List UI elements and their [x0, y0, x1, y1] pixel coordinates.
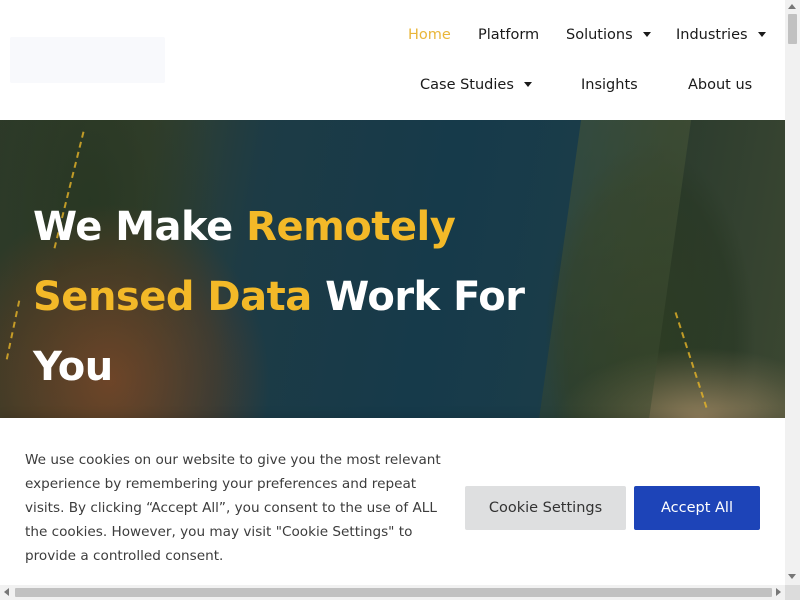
hero-road-line [674, 312, 708, 408]
nav-item-about-us[interactable]: About us [688, 75, 752, 95]
cookie-message: We use cookies on our website to give yo… [25, 452, 441, 564]
scroll-right-arrow-icon[interactable] [776, 588, 781, 596]
caret-down-icon [757, 31, 766, 37]
nav-item-label: Platform [478, 27, 540, 43]
nav-item-insights[interactable]: Insights [581, 75, 638, 95]
caret-down-icon [642, 31, 651, 37]
nav-item-label: Industries [676, 27, 748, 43]
nav-item-label: About us [688, 77, 753, 93]
nav-item-platform[interactable]: Platform [478, 25, 539, 45]
vertical-scrollbar[interactable] [785, 0, 800, 585]
vertical-scroll-thumb[interactable] [788, 14, 797, 44]
hero-road-line [5, 300, 21, 360]
nav-item-home[interactable]: Home [408, 25, 451, 45]
site-logo[interactable] [10, 37, 165, 83]
hero-title: We Make Remotely Sensed Data Work For Yo… [33, 192, 553, 402]
nav-item-solutions[interactable]: Solutions [566, 25, 651, 45]
scroll-left-arrow-icon[interactable] [4, 588, 9, 596]
nav-item-label: Home [408, 27, 451, 43]
hero-title-part1: We Make [33, 204, 247, 250]
cookie-settings-button[interactable]: Cookie Settings [465, 486, 626, 530]
nav-item-label: Solutions [566, 27, 633, 43]
site-header: Home Platform Solutions Industries Case … [0, 0, 785, 120]
cookie-banner: We use cookies on our website to give yo… [0, 418, 785, 585]
caret-down-icon [523, 81, 532, 87]
hero-section: We Make Remotely Sensed Data Work For Yo… [0, 120, 785, 420]
accept-all-button[interactable]: Accept All [634, 486, 760, 530]
nav-item-case-studies[interactable]: Case Studies [420, 75, 532, 95]
scroll-up-arrow-icon[interactable] [788, 4, 796, 9]
nav-item-label: Case Studies [420, 77, 514, 93]
scroll-down-arrow-icon[interactable] [788, 574, 796, 579]
nav-item-label: Insights [581, 77, 638, 93]
scrollbar-corner [785, 585, 800, 600]
horizontal-scroll-thumb[interactable] [15, 588, 772, 597]
horizontal-scrollbar[interactable] [0, 585, 785, 600]
hero-background-image [538, 120, 692, 420]
nav-item-industries[interactable]: Industries [676, 25, 766, 45]
